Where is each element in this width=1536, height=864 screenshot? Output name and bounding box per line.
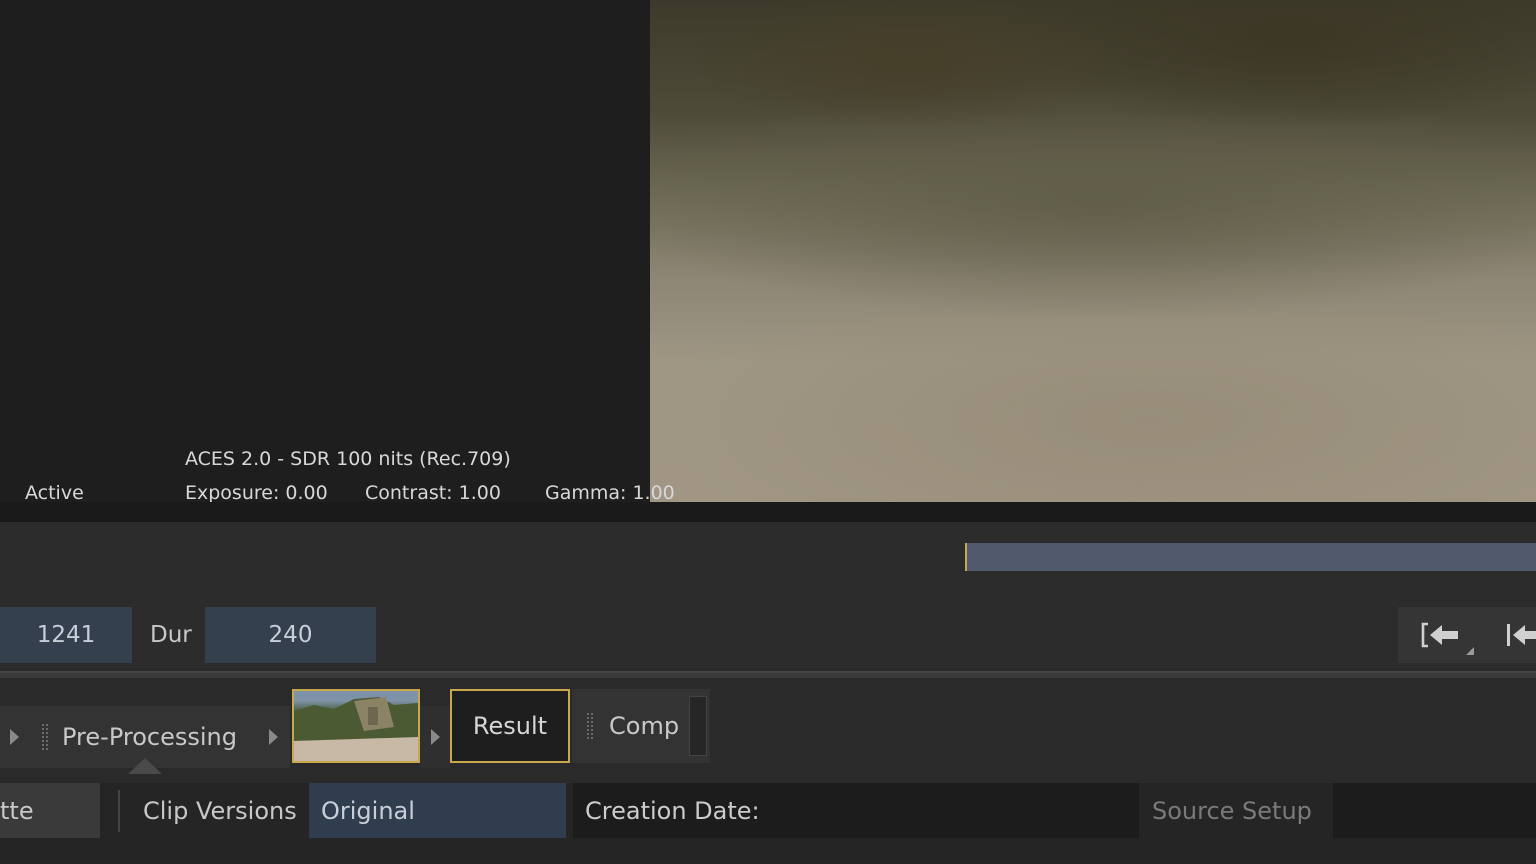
transport-controls [1398, 607, 1536, 663]
result-label: Result [472, 712, 548, 740]
frame-field[interactable]: 1241 [0, 607, 132, 663]
info-panel [0, 0, 650, 502]
duration-value: 240 [268, 622, 313, 648]
go-to-in-point-button[interactable] [1412, 607, 1474, 663]
contrast-readout: Contrast: 1.00 [365, 482, 501, 504]
comp-node[interactable]: Comp [572, 689, 710, 763]
tab-separator [118, 790, 120, 832]
view-transform-label: ACES 2.0 - SDR 100 nits (Rec.709) [185, 448, 511, 470]
chevron-right-icon [268, 729, 278, 745]
pre-processing-label: Pre-Processing [62, 723, 237, 751]
clip-versions-select[interactable]: Original [309, 783, 566, 838]
comp-label: Comp [609, 712, 680, 740]
palette-tab[interactable]: tte [0, 783, 100, 838]
thumbnail-image-icon [294, 697, 418, 761]
image-viewer[interactable] [650, 0, 1536, 502]
source-setup-label: Source Setup [1152, 796, 1312, 825]
grip-icon[interactable] [586, 712, 594, 740]
clip-thumbnail[interactable] [292, 689, 420, 763]
creation-date-field[interactable]: Creation Date: [573, 783, 1139, 838]
palette-tab-label: tte [0, 796, 34, 825]
status-label: Active [25, 482, 84, 504]
grip-icon[interactable] [41, 723, 49, 751]
duration-field[interactable]: 240 [205, 607, 376, 663]
frame-value: 1241 [36, 622, 96, 648]
chevron-right-icon [430, 729, 440, 745]
source-setup-field[interactable] [1333, 783, 1536, 838]
chevron-right-icon [10, 729, 19, 745]
go-to-in-point-icon [1421, 622, 1458, 648]
result-node[interactable]: Result [450, 689, 570, 763]
viewer-status-strip [0, 502, 1536, 522]
duration-label: Dur [150, 622, 192, 648]
go-to-start-icon [1507, 624, 1536, 646]
timeline-range-bar[interactable] [966, 543, 1536, 571]
clip-versions-value: Original [321, 796, 415, 825]
creation-date-label: Creation Date: [585, 796, 760, 825]
clip-versions-label: Clip Versions [143, 796, 297, 825]
comp-node-handle[interactable] [689, 696, 708, 756]
gamma-readout: Gamma: 1.00 [545, 482, 675, 504]
dropdown-corner-icon [1466, 647, 1474, 655]
selection-caret-icon [128, 758, 162, 774]
node-connector [420, 706, 450, 768]
playhead[interactable] [965, 543, 967, 571]
exposure-readout: Exposure: 0.00 [185, 482, 328, 504]
go-to-start-button[interactable] [1498, 607, 1536, 663]
